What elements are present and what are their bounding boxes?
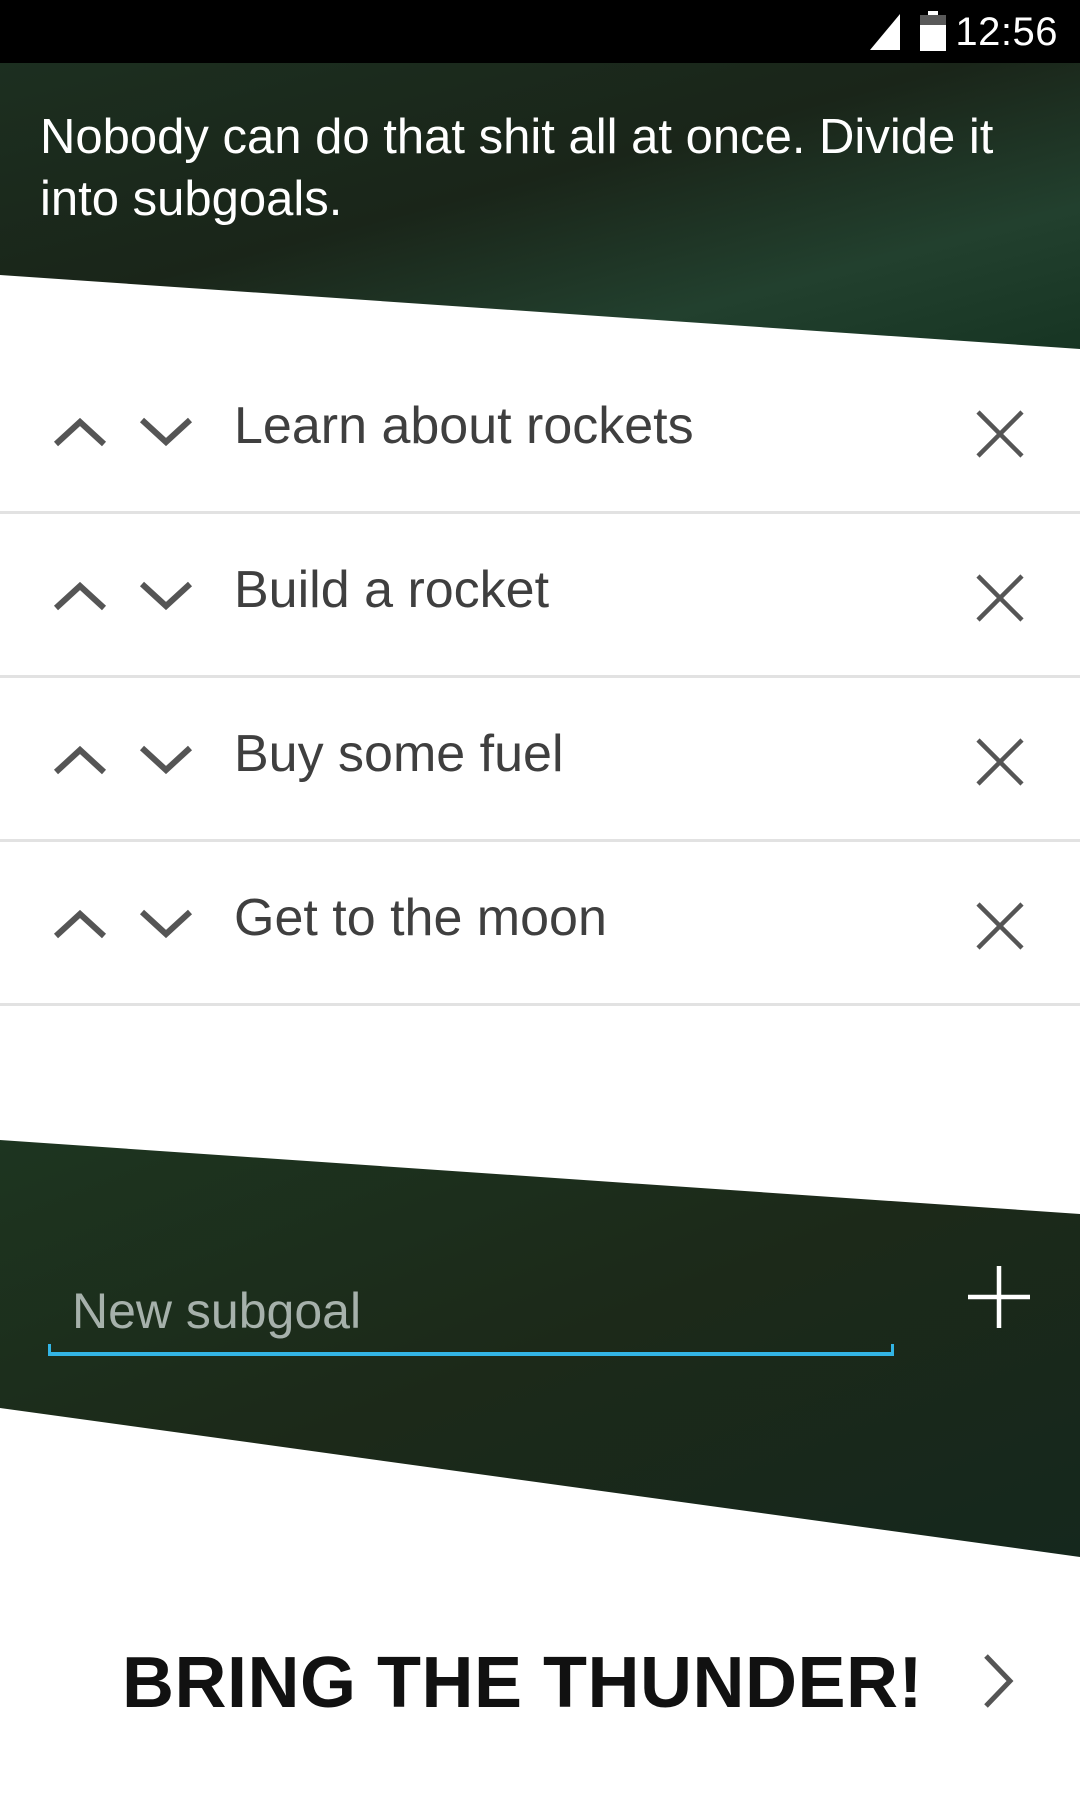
subgoal-label[interactable]: Buy some fuel [234, 722, 564, 786]
subgoal-list: Learn about rockets Build a rocket Buy s… [0, 350, 1080, 1006]
chevron-down-icon[interactable] [136, 412, 196, 452]
close-icon[interactable] [972, 898, 1028, 954]
subgoal-label[interactable]: Build a rocket [234, 558, 549, 622]
chevron-up-icon[interactable] [50, 576, 110, 616]
chevron-up-icon[interactable] [50, 740, 110, 780]
close-icon[interactable] [972, 570, 1028, 626]
input-underline [48, 1344, 894, 1356]
subgoal-label[interactable]: Learn about rockets [234, 394, 694, 458]
chevron-up-icon[interactable] [50, 904, 110, 944]
chevron-right-icon [984, 1654, 1014, 1708]
header-message: Nobody can do that shit all at once. Div… [40, 110, 994, 226]
chevron-down-icon[interactable] [136, 576, 196, 616]
status-time: 12:56 [955, 10, 1058, 54]
subgoal-label[interactable]: Get to the moon [234, 886, 607, 950]
close-icon[interactable] [972, 734, 1028, 790]
new-subgoal-field [48, 1272, 894, 1356]
chevron-down-icon[interactable] [136, 904, 196, 944]
new-subgoal-input[interactable] [48, 1272, 894, 1350]
bring-the-thunder-label: BRING THE THUNDER! [122, 1643, 923, 1723]
chevron-up-icon[interactable] [50, 412, 110, 452]
status-bar: 12:56 [0, 0, 1080, 63]
subgoals-screen: 12:56 Nobody can do that shit all at onc… [0, 0, 1080, 1794]
subgoal-row: Build a rocket [0, 514, 1080, 678]
subgoal-row: Buy some fuel [0, 678, 1080, 842]
bring-the-thunder-button[interactable]: BRING THE THUNDER! [0, 1620, 1080, 1750]
battery-icon [920, 11, 946, 51]
plus-icon[interactable] [964, 1262, 1034, 1332]
signal-icon [870, 14, 900, 50]
close-icon[interactable] [972, 406, 1028, 462]
subgoal-row: Learn about rockets [0, 350, 1080, 514]
subgoal-row: Get to the moon [0, 842, 1080, 1006]
chevron-down-icon[interactable] [136, 740, 196, 780]
